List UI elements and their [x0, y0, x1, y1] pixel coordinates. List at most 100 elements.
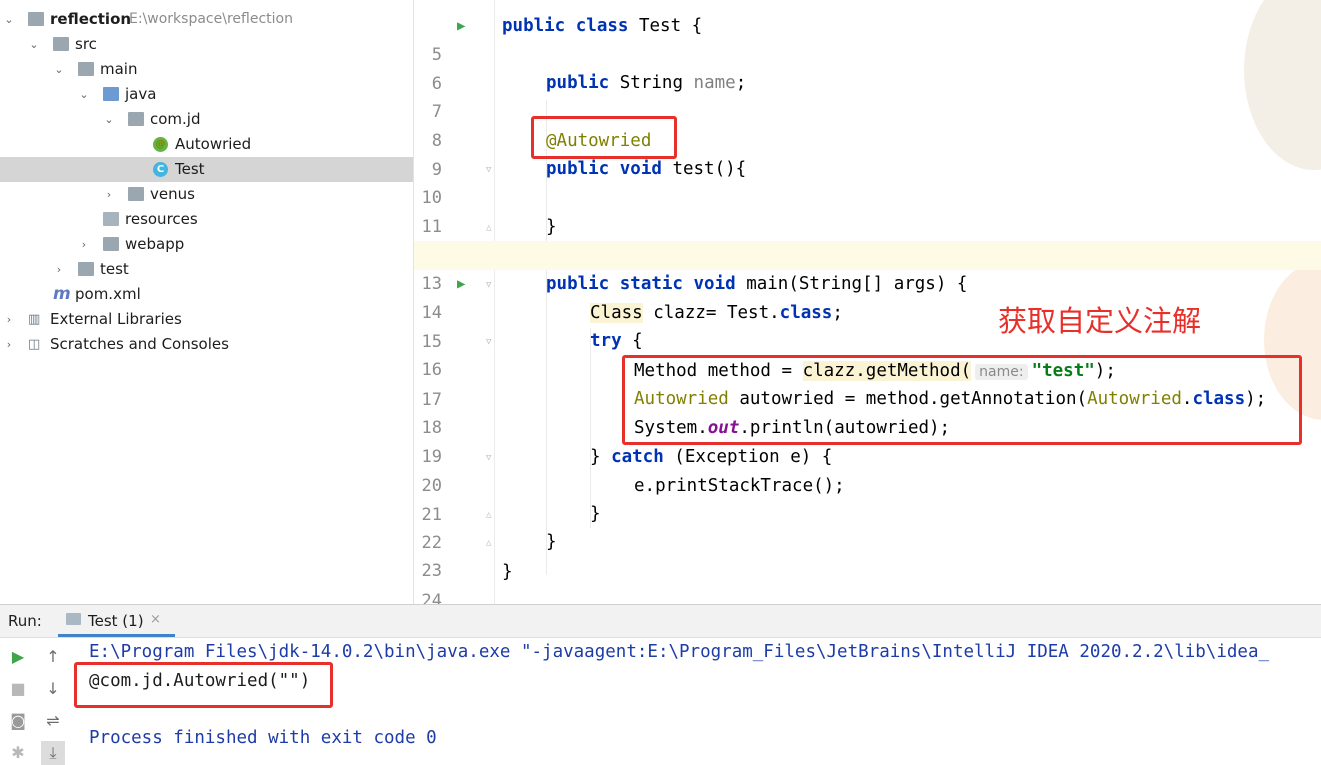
- tree-item-main[interactable]: ⌄ main: [0, 57, 413, 82]
- tree-item-label: pom.xml: [75, 285, 141, 303]
- folder-icon: [28, 12, 44, 26]
- annotation-note: 获取自定义注解: [998, 304, 1202, 338]
- code-line-13[interactable]: 13: [414, 241, 1321, 294]
- folder-icon: [78, 62, 94, 76]
- tree-item-pom[interactable]: m pom.xml: [0, 282, 413, 307]
- chevron-down-icon[interactable]: ⌄: [77, 82, 91, 107]
- fold-icon[interactable]: ▽: [486, 280, 496, 290]
- code-line-12[interactable]: 12 △ }: [414, 213, 1321, 266]
- tree-item-label: Scratches and Consoles: [50, 335, 229, 353]
- fold-icon[interactable]: ▽: [486, 165, 496, 175]
- run-tab-test[interactable]: Test (1) ×: [58, 605, 175, 637]
- fold-icon[interactable]: △: [486, 538, 496, 548]
- run-label: Run:: [8, 612, 42, 630]
- chevron-right-icon[interactable]: ›: [77, 232, 91, 257]
- fold-icon[interactable]: △: [486, 510, 496, 520]
- chevron-right-icon[interactable]: ›: [102, 182, 116, 207]
- arrow-up-icon[interactable]: ↑: [41, 645, 65, 669]
- code-text: public class Test {: [502, 16, 703, 36]
- scroll-to-end-icon[interactable]: ⤓: [41, 741, 65, 765]
- highlight-box-reflection-code: [622, 355, 1302, 445]
- tree-item-label: reflection: [50, 10, 132, 28]
- tree-item-label: Autowried: [175, 135, 252, 153]
- code-text: } catch (Exception e) {: [590, 447, 833, 467]
- chevron-down-icon[interactable]: ⌄: [2, 7, 16, 32]
- camera-icon[interactable]: ◙: [6, 709, 30, 733]
- folder-icon: [53, 37, 69, 51]
- resources-folder-icon: [103, 212, 119, 226]
- code-text: public static void main(String[] args) {: [546, 274, 968, 294]
- annotation-icon: @: [153, 137, 168, 152]
- run-tab-label: Test (1): [88, 612, 144, 630]
- soft-wrap-icon[interactable]: ⇌: [41, 709, 65, 733]
- arrow-down-icon[interactable]: ↓: [41, 677, 65, 701]
- close-icon[interactable]: ×: [150, 612, 161, 627]
- chevron-down-icon[interactable]: ⌄: [102, 107, 116, 132]
- chevron-down-icon[interactable]: ⌄: [27, 32, 41, 57]
- code-text: public String name;: [546, 73, 747, 93]
- chevron-down-icon[interactable]: ⌄: [52, 57, 66, 82]
- tree-item-reflection[interactable]: ⌄ reflection E:\workspace\reflection: [0, 7, 413, 32]
- folder-icon: [78, 262, 94, 276]
- tree-item-label: main: [100, 60, 138, 78]
- code-line-6[interactable]: 6: [414, 41, 1321, 94]
- highlight-box-annotation: [531, 116, 677, 159]
- tree-item-webapp[interactable]: › webapp: [0, 232, 413, 257]
- project-path-hint: E:\workspace\reflection: [129, 11, 293, 27]
- tree-item-com-jd[interactable]: ⌄ com.jd: [0, 107, 413, 132]
- fold-icon[interactable]: ▽: [486, 453, 496, 463]
- code-text: }: [546, 532, 557, 552]
- run-tool-header: Run: Test (1) ×: [0, 605, 1321, 638]
- tree-item-label: java: [125, 85, 157, 103]
- tree-item-external-libraries[interactable]: › ▥ External Libraries: [0, 307, 413, 332]
- tree-item-test-folder[interactable]: › test: [0, 257, 413, 282]
- tree-item-label: src: [75, 35, 97, 53]
- code-line-25[interactable]: 25: [414, 586, 1321, 604]
- fold-icon[interactable]: △: [486, 223, 496, 233]
- console-icon: [66, 613, 81, 625]
- code-line-7[interactable]: 7 public String name;: [414, 69, 1321, 122]
- tree-item-resources[interactable]: resources: [0, 207, 413, 232]
- code-text: }: [502, 562, 513, 582]
- tree-item-autowried[interactable]: @ Autowried: [0, 132, 413, 157]
- tree-item-label: com.jd: [150, 110, 201, 128]
- class-icon: C: [153, 162, 168, 177]
- code-line-22[interactable]: 22 △ }: [414, 500, 1321, 553]
- run-gutter-icon[interactable]: ▶: [457, 270, 465, 299]
- source-folder-icon: [103, 87, 119, 101]
- chevron-right-icon[interactable]: ›: [2, 307, 16, 332]
- settings-icon[interactable]: ✱: [6, 741, 30, 765]
- project-tree-panel: ⌄ reflection E:\workspace\reflection ⌄ s…: [0, 0, 414, 604]
- tree-item-test-class[interactable]: C Test: [0, 157, 413, 182]
- tree-item-label: Test: [175, 160, 205, 178]
- library-icon: ▥: [28, 312, 41, 327]
- tree-item-java[interactable]: ⌄ java: [0, 82, 413, 107]
- tree-item-label: venus: [150, 185, 195, 203]
- fold-icon[interactable]: ▽: [486, 337, 496, 347]
- tree-item-label: webapp: [125, 235, 185, 253]
- code-text: public void test(){: [546, 159, 747, 179]
- tree-item-scratches[interactable]: › ◫ Scratches and Consoles: [0, 332, 413, 357]
- stop-icon[interactable]: ■: [6, 677, 30, 701]
- chevron-right-icon[interactable]: ›: [52, 257, 66, 282]
- code-line-21[interactable]: 21 e.printStackTrace();: [414, 472, 1321, 525]
- tree-item-venus[interactable]: › venus: [0, 182, 413, 207]
- code-line-20[interactable]: 20 ▽ } catch (Exception e) {: [414, 443, 1321, 496]
- package-icon: [128, 112, 144, 126]
- code-line-24[interactable]: 24 }: [414, 558, 1321, 604]
- console-exit-line: Process finished with exit code 0: [89, 728, 437, 748]
- code-text: try {: [590, 331, 643, 351]
- chevron-right-icon[interactable]: ›: [2, 332, 16, 357]
- rerun-icon[interactable]: ▶: [6, 645, 30, 669]
- console-command-line: E:\Program Files\jdk-14.0.2\bin\java.exe…: [89, 642, 1270, 662]
- scratches-icon: ◫: [28, 337, 41, 352]
- tree-item-label: External Libraries: [50, 310, 182, 328]
- run-gutter-icon[interactable]: ▶: [457, 12, 465, 41]
- code-line-5[interactable]: 5 ▶ public class Test {: [414, 12, 1321, 65]
- code-line-23[interactable]: 23 △ }: [414, 528, 1321, 581]
- tree-item-src[interactable]: ⌄ src: [0, 32, 413, 57]
- code-line-11[interactable]: 11: [414, 184, 1321, 237]
- code-line-10[interactable]: 10 ▽ public void test(){: [414, 155, 1321, 208]
- code-line-14[interactable]: 14 ▶ ▽ public static void main(String[] …: [414, 270, 1321, 323]
- code-text: e.printStackTrace();: [634, 476, 845, 496]
